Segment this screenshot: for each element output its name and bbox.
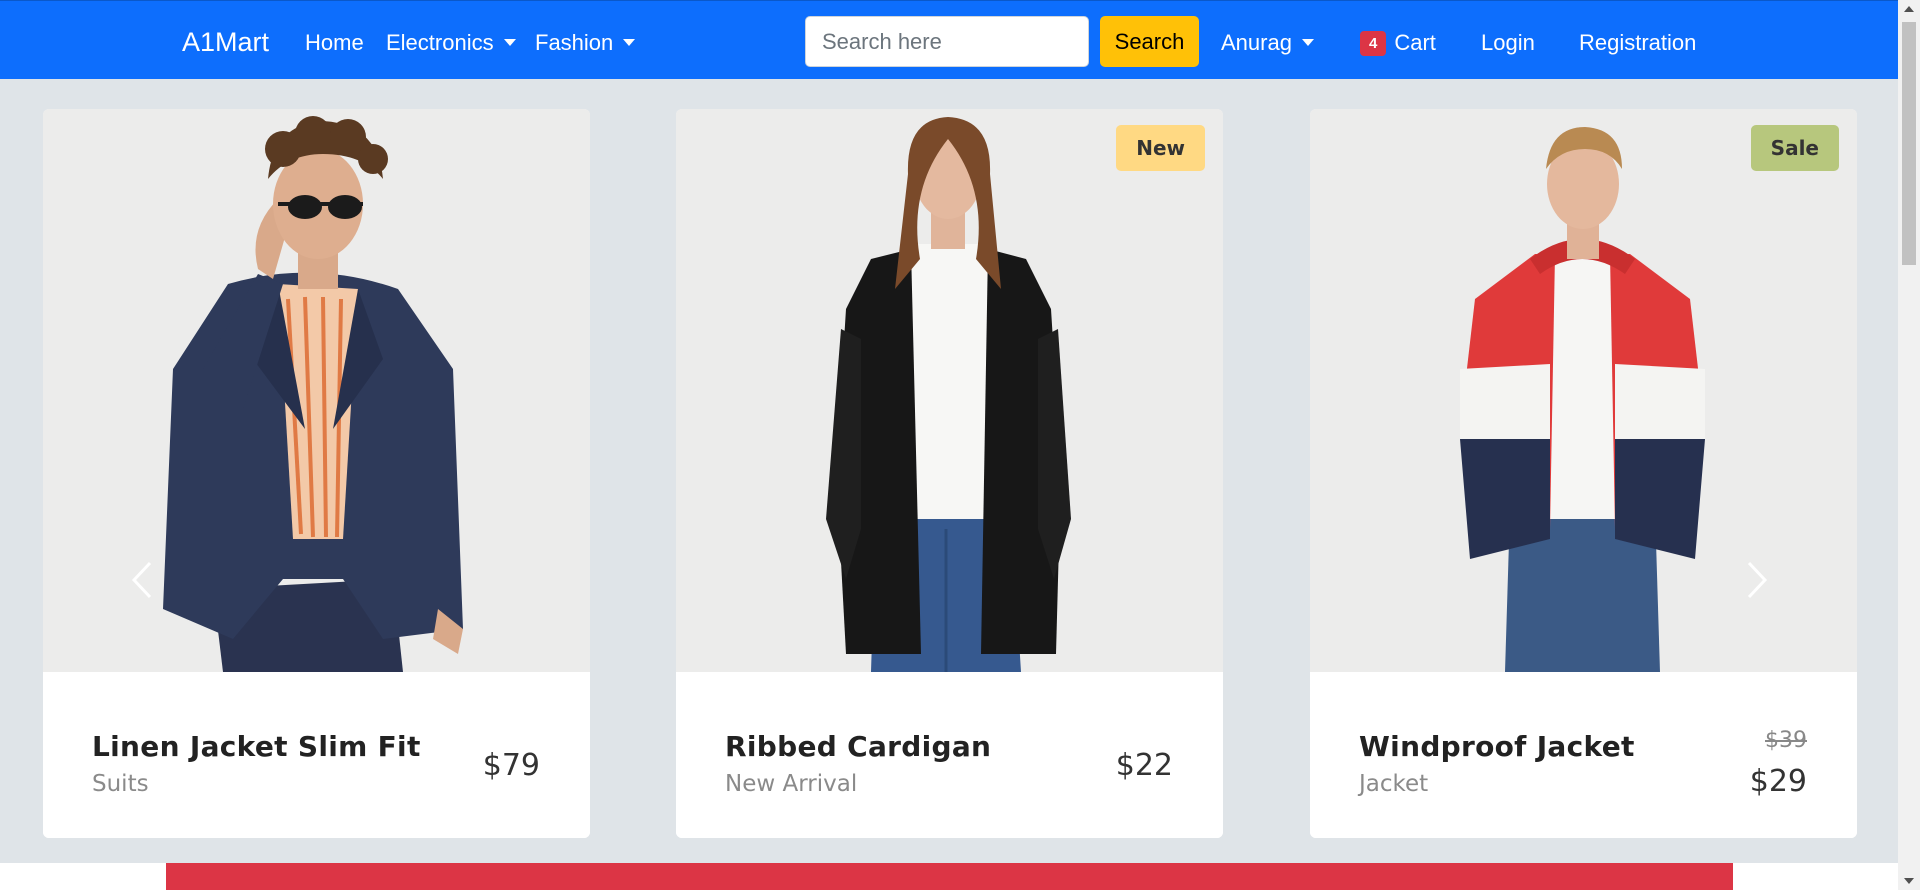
- nav-user-label: Anurag: [1221, 30, 1292, 55]
- nav-registration[interactable]: Registration: [1579, 30, 1696, 56]
- caret-down-icon: [1301, 39, 1314, 47]
- caret-down-icon: [503, 39, 516, 47]
- search-button[interactable]: Search: [1100, 16, 1199, 67]
- product-name[interactable]: Ribbed Cardigan: [725, 730, 991, 763]
- promo-banner[interactable]: [166, 863, 1733, 890]
- nav-fashion-label: Fashion: [535, 30, 614, 55]
- woman-cardigan-illustration: [676, 109, 1223, 672]
- caret-down-icon: [623, 39, 636, 47]
- search-input[interactable]: [805, 16, 1089, 67]
- man-suit-illustration: [43, 109, 590, 672]
- nav-electronics-dropdown[interactable]: Electronics: [386, 30, 516, 56]
- product-price: $29: [1749, 764, 1807, 799]
- nav-electronics-label: Electronics: [386, 30, 494, 55]
- nav-fashion-dropdown[interactable]: Fashion: [535, 30, 636, 56]
- product-category: Jacket: [1359, 771, 1429, 797]
- product-image[interactable]: [43, 109, 590, 672]
- chevron-left-icon[interactable]: [131, 561, 153, 599]
- product-name[interactable]: Linen Jacket Slim Fit: [92, 730, 421, 763]
- product-name[interactable]: Windproof Jacket: [1359, 730, 1635, 763]
- cart-count-badge: 4: [1360, 31, 1387, 56]
- page-background-strip: [0, 863, 166, 890]
- page-scrollbar[interactable]: [1898, 0, 1920, 890]
- man-jacket-illustration: [1310, 109, 1857, 672]
- nav-home[interactable]: Home: [305, 30, 364, 56]
- product-info: Linen Jacket Slim Fit Suits $79: [43, 672, 590, 838]
- nav-cart[interactable]: 4 Cart: [1360, 30, 1436, 56]
- product-card[interactable]: Sale Windproof Jacket Jacket $39 $29: [1310, 109, 1857, 838]
- page-background-strip: [1733, 863, 1898, 890]
- product-price: $79: [482, 748, 540, 783]
- scroll-up-arrow-icon[interactable]: [1904, 6, 1914, 12]
- product-badge: New: [1116, 125, 1205, 171]
- cart-label: Cart: [1394, 30, 1436, 55]
- product-category: New Arrival: [725, 771, 858, 797]
- top-navbar: A1Mart Home Electronics Fashion Search A…: [0, 0, 1898, 79]
- product-card[interactable]: New Ribbed Cardigan New Arrival $22: [676, 109, 1223, 838]
- product-card[interactable]: Linen Jacket Slim Fit Suits $79: [43, 109, 590, 838]
- product-image[interactable]: [676, 109, 1223, 672]
- product-badge: Sale: [1750, 125, 1839, 171]
- nav-login[interactable]: Login: [1481, 30, 1535, 56]
- product-category: Suits: [92, 771, 149, 797]
- product-info: Ribbed Cardigan New Arrival $22: [676, 672, 1223, 838]
- product-info: Windproof Jacket Jacket $39 $29: [1310, 672, 1857, 838]
- product-price: $22: [1115, 748, 1173, 783]
- scroll-down-arrow-icon[interactable]: [1904, 878, 1914, 884]
- nav-user-dropdown[interactable]: Anurag: [1221, 30, 1314, 56]
- product-old-price: $39: [1765, 728, 1807, 753]
- chevron-right-icon[interactable]: [1746, 561, 1768, 599]
- brand-logo[interactable]: A1Mart: [182, 27, 269, 58]
- scrollbar-thumb[interactable]: [1902, 22, 1916, 265]
- product-image[interactable]: [1310, 109, 1857, 672]
